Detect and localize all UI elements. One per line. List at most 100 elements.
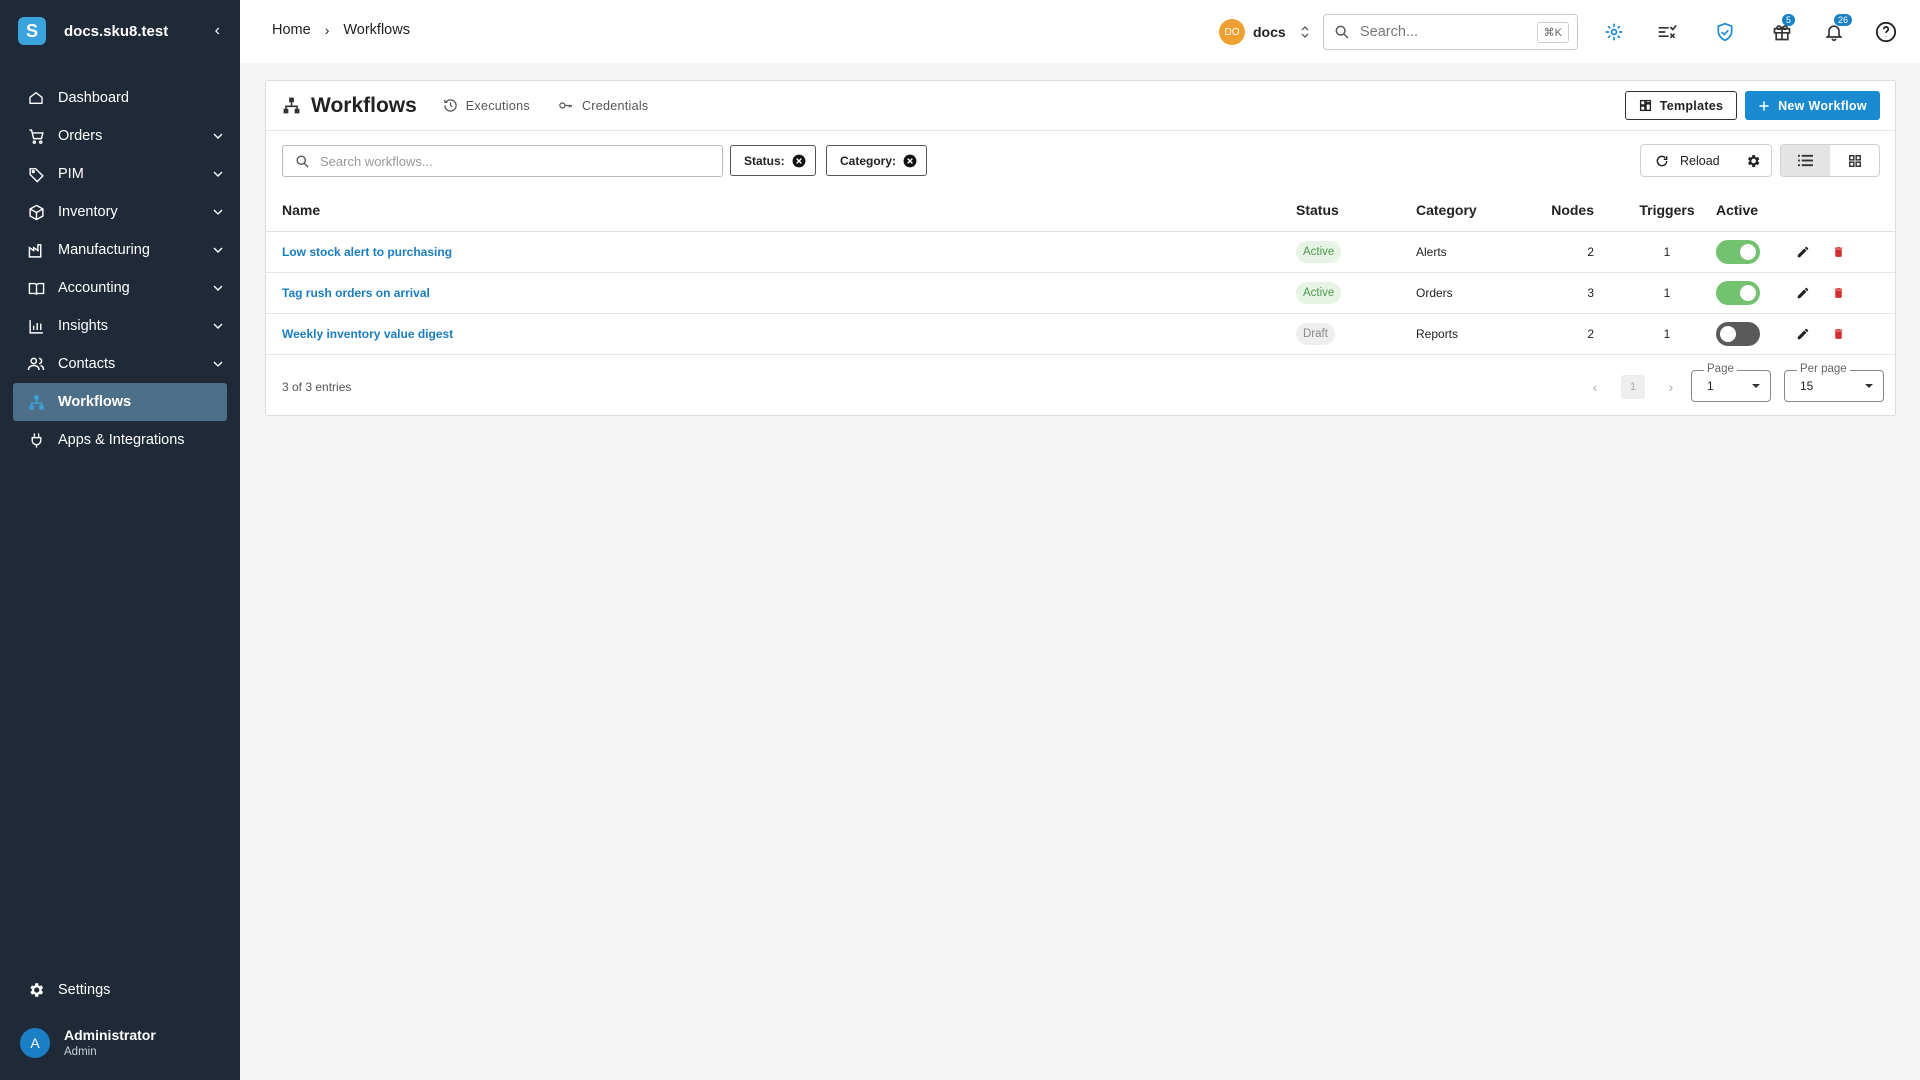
sidebar-item-label: Dashboard bbox=[58, 90, 129, 106]
history-icon bbox=[444, 99, 457, 112]
global-search-placeholder: Search... bbox=[1360, 24, 1419, 40]
workflow-name-link[interactable]: Weekly inventory value digest bbox=[282, 327, 453, 341]
table-row[interactable]: Tag rush orders on arrival Active Orders… bbox=[266, 272, 1895, 314]
org-name: docs bbox=[1253, 24, 1286, 40]
triggers-cell: 1 bbox=[1618, 313, 1716, 355]
column-header-triggers[interactable]: Triggers bbox=[1618, 189, 1716, 232]
sidebar-item-settings[interactable]: Settings bbox=[0, 971, 240, 1009]
gift-icon[interactable]: 5 bbox=[1770, 14, 1796, 44]
page-select[interactable]: Page 1 bbox=[1691, 362, 1771, 402]
sidebar-item-label: Accounting bbox=[58, 280, 130, 296]
templates-button[interactable]: Templates bbox=[1625, 91, 1737, 120]
sidebar-item-label: Settings bbox=[58, 982, 111, 998]
active-toggle[interactable] bbox=[1716, 239, 1760, 264]
key-icon bbox=[559, 102, 572, 109]
bell-icon[interactable]: 26 bbox=[1822, 14, 1853, 44]
sidebar-item-apps-integrations[interactable]: Apps & Integrations bbox=[0, 421, 240, 459]
user-profile[interactable]: A Administrator Admin bbox=[20, 1027, 156, 1058]
new-workflow-button-label: New Workflow bbox=[1778, 98, 1867, 113]
notification-count-badge: 26 bbox=[1834, 14, 1853, 26]
org-switcher[interactable]: DO docs bbox=[1219, 19, 1310, 45]
ai-sparkle-icon[interactable] bbox=[1602, 20, 1626, 44]
active-toggle[interactable] bbox=[1716, 280, 1760, 305]
home-icon bbox=[26, 88, 46, 108]
org-avatar: DO bbox=[1219, 19, 1245, 45]
collapse-sidebar-button[interactable]: ‹ bbox=[209, 18, 226, 44]
chevron-right-icon[interactable]: › bbox=[1659, 379, 1683, 395]
column-header-nodes[interactable]: Nodes bbox=[1526, 189, 1618, 232]
sidebar-item-insights[interactable]: Insights bbox=[0, 307, 240, 345]
chevron-down-icon bbox=[213, 171, 223, 177]
category-cell: Orders bbox=[1416, 272, 1526, 314]
workflow-icon bbox=[283, 97, 300, 114]
delete-icon[interactable] bbox=[1832, 245, 1845, 259]
edit-icon[interactable] bbox=[1796, 286, 1810, 300]
chevron-down-icon bbox=[213, 247, 223, 253]
templates-button-label: Templates bbox=[1659, 98, 1724, 113]
status-filter-chip[interactable]: Status: bbox=[730, 145, 816, 176]
workflows-table: Name Status Category Nodes Triggers Acti… bbox=[266, 189, 1895, 355]
table-settings-button[interactable] bbox=[1736, 153, 1771, 169]
sidebar-item-inventory[interactable]: Inventory bbox=[0, 193, 240, 231]
shield-icon[interactable] bbox=[1713, 20, 1737, 44]
sidebar-item-workflows[interactable]: Workflows bbox=[13, 383, 227, 421]
delete-icon[interactable] bbox=[1832, 327, 1845, 341]
tab-executions[interactable]: Executions bbox=[443, 98, 530, 113]
column-header-category[interactable]: Category bbox=[1416, 189, 1526, 232]
tab-credentials[interactable]: Credentials bbox=[557, 98, 649, 113]
sidebar-item-pim[interactable]: PIM bbox=[0, 155, 240, 193]
sidebar-item-contacts[interactable]: Contacts bbox=[0, 345, 240, 383]
pagination: ‹ 1 › bbox=[1583, 374, 1683, 399]
category-cell: Alerts bbox=[1416, 231, 1526, 273]
category-filter-chip[interactable]: Category: bbox=[826, 145, 928, 176]
sidebar-item-orders[interactable]: Orders bbox=[0, 117, 240, 155]
plug-icon bbox=[26, 430, 46, 450]
user-name: Administrator bbox=[64, 1027, 156, 1043]
global-search[interactable]: Search... ⌘K bbox=[1323, 14, 1578, 50]
reload-button[interactable]: Reload bbox=[1641, 154, 1736, 168]
page-select-label: Page bbox=[1704, 362, 1737, 375]
sidebar-item-dashboard[interactable]: Dashboard bbox=[0, 79, 240, 117]
clear-circle-icon[interactable] bbox=[792, 154, 806, 168]
column-header-name[interactable]: Name bbox=[266, 189, 1296, 232]
active-toggle[interactable] bbox=[1716, 321, 1760, 346]
sidebar-settings-section: Settings bbox=[0, 971, 240, 1009]
workflow-search-input[interactable] bbox=[320, 153, 700, 169]
grid-view-button[interactable] bbox=[1830, 145, 1879, 176]
column-header-active[interactable]: Active bbox=[1716, 189, 1796, 232]
page-select-value: 1 bbox=[1707, 378, 1714, 393]
workflow-name-link[interactable]: Low stock alert to purchasing bbox=[282, 245, 452, 259]
per-page-select-value: 15 bbox=[1800, 378, 1814, 393]
clear-circle-icon[interactable] bbox=[903, 154, 917, 168]
sidebar-header: S docs.sku8.test ‹ bbox=[0, 0, 240, 62]
topbar: Home › Workflows DO docs Search... ⌘K 5 … bbox=[240, 0, 1920, 63]
chevron-left-icon[interactable]: ‹ bbox=[1583, 379, 1607, 395]
list-view-button[interactable] bbox=[1781, 145, 1830, 176]
column-header-status[interactable]: Status bbox=[1296, 189, 1416, 232]
sidebar-item-manufacturing[interactable]: Manufacturing bbox=[0, 231, 240, 269]
gear-icon bbox=[1748, 154, 1760, 167]
tasks-icon[interactable] bbox=[1655, 20, 1679, 44]
workflow-name-link[interactable]: Tag rush orders on arrival bbox=[282, 286, 430, 300]
sidebar-item-accounting[interactable]: Accounting bbox=[0, 269, 240, 307]
book-icon bbox=[26, 278, 46, 298]
column-header-actions bbox=[1796, 189, 1895, 232]
table-row[interactable]: Weekly inventory value digest Draft Repo… bbox=[266, 313, 1895, 355]
chevron-down-icon bbox=[213, 133, 223, 139]
new-workflow-button[interactable]: New Workflow bbox=[1745, 91, 1880, 120]
edit-icon[interactable] bbox=[1796, 327, 1810, 341]
table-row[interactable]: Low stock alert to purchasing Active Ale… bbox=[266, 231, 1895, 273]
search-icon bbox=[296, 155, 309, 168]
edit-icon[interactable] bbox=[1796, 245, 1810, 259]
reload-group: Reload bbox=[1640, 144, 1772, 177]
per-page-select[interactable]: Per page 15 bbox=[1784, 362, 1884, 402]
sidebar-item-label: Apps & Integrations bbox=[58, 432, 185, 448]
reload-button-label: Reload bbox=[1680, 153, 1720, 168]
app-logo[interactable]: S bbox=[18, 17, 46, 45]
breadcrumb-home[interactable]: Home bbox=[272, 22, 311, 38]
workflow-search[interactable] bbox=[282, 145, 723, 177]
filter-bar: Status: Category: Reload bbox=[266, 131, 1895, 189]
help-icon[interactable] bbox=[1874, 20, 1898, 44]
delete-icon[interactable] bbox=[1832, 286, 1845, 300]
table-footer: 3 of 3 entries ‹ 1 › Page 1 Per page 15 bbox=[266, 355, 1895, 415]
